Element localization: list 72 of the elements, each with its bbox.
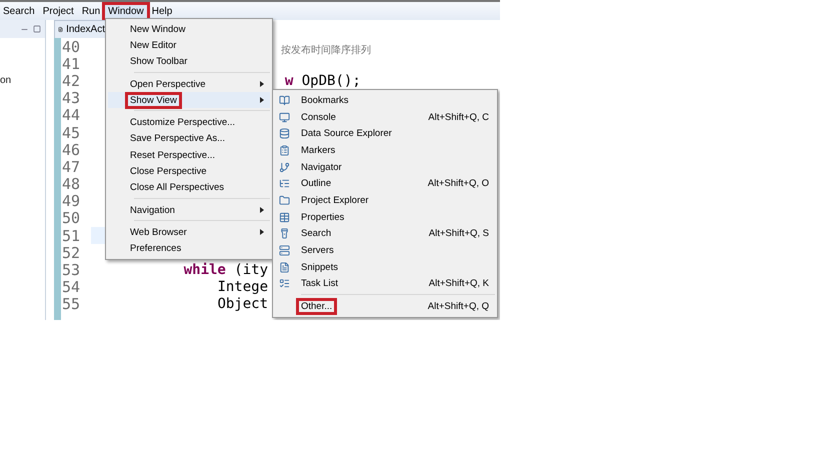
menu-item[interactable]: Outline Alt+Shift+Q, O [275, 175, 495, 192]
branch-icon [278, 162, 290, 173]
menu-item[interactable]: New Editor [108, 37, 270, 54]
menu-item[interactable]: Show Toolbar [108, 54, 270, 70]
code-line: w OpDB(); [284, 72, 361, 89]
menu-item[interactable]: Properties [275, 208, 495, 226]
document-icon [278, 262, 290, 273]
code-line: Intege [217, 279, 268, 296]
submenu-arrow-icon [260, 207, 264, 214]
submenu-arrow-icon [260, 81, 264, 88]
menu-item[interactable]: Save Perspective As... [108, 130, 270, 148]
line-number: 43 [61, 89, 82, 108]
menu-item[interactable]: Web Browser [108, 224, 270, 241]
line-number: 46 [61, 140, 82, 159]
menu-item[interactable]: Close All Perspectives [108, 180, 270, 196]
code-line: Object [217, 296, 268, 312]
menu-item[interactable]: Customize Perspective... [108, 114, 270, 131]
clipboard-icon [278, 144, 290, 156]
menu-item[interactable]: New Window [108, 21, 270, 38]
line-number: 52 [61, 244, 82, 262]
menu-bar-item[interactable]: Window [105, 4, 147, 18]
menu-item[interactable]: Navigation [108, 202, 270, 218]
line-number: 50 [61, 209, 82, 228]
line-number: 55 [61, 295, 82, 314]
menu-item[interactable]: Search Alt+Shift+Q, S [275, 226, 495, 242]
menu-item[interactable]: Navigator [275, 158, 495, 176]
line-number: 53 [61, 261, 82, 280]
line-number: 51 [61, 226, 82, 245]
menu-item[interactable]: Show View [108, 92, 270, 108]
line-number: 40 [61, 38, 82, 56]
submenu-arrow-icon [260, 229, 264, 236]
menu-item[interactable]: Open Perspective [108, 76, 270, 92]
file-icon [58, 25, 64, 34]
menu-bar-item[interactable]: Run [78, 4, 104, 18]
menu-item[interactable]: Data Source Explorer [275, 125, 495, 142]
menu-bar-item[interactable]: Search [0, 4, 38, 18]
code-line: while (ity [184, 262, 268, 278]
line-number: 48 [61, 175, 82, 194]
menu-item[interactable]: Project Explorer [275, 192, 495, 209]
list-tree-icon [278, 178, 290, 190]
menu-item[interactable]: Markers [275, 142, 495, 159]
menu-bar-item[interactable]: Help [148, 4, 176, 18]
maximize-icon[interactable] [33, 25, 41, 33]
tree-item[interactable]: on [0, 75, 12, 86]
menu-item[interactable]: Reset Perspective... [108, 147, 270, 164]
line-number: 47 [61, 158, 82, 176]
menu-item[interactable]: Console Alt+Shift+Q, C [275, 108, 495, 126]
server-icon [278, 245, 290, 256]
line-number: 41 [61, 54, 82, 73]
menu-item[interactable]: Bookmarks [275, 92, 495, 109]
submenu-arrow-icon [260, 97, 264, 104]
line-number: 49 [61, 192, 82, 210]
folder-icon [278, 194, 290, 206]
menu-item[interactable]: Servers [275, 242, 495, 259]
code-comment: 按发布时间降序排列 [281, 44, 371, 57]
menu-item[interactable]: Preferences [108, 240, 270, 257]
line-number: 45 [61, 124, 82, 142]
menu-item[interactable]: Other... Alt+Shift+Q, Q [275, 298, 495, 315]
line-number: 44 [61, 106, 82, 124]
menu-bar-item[interactable]: Project [40, 4, 77, 18]
menu-item[interactable]: Task List Alt+Shift+Q, K [275, 276, 495, 292]
monitor-icon [278, 112, 290, 123]
book-icon [278, 94, 290, 106]
database-icon [278, 128, 290, 140]
table-icon [278, 212, 290, 223]
flashlight-icon [278, 228, 290, 240]
menu-item[interactable]: Snippets [275, 258, 495, 276]
line-number: 42 [61, 72, 82, 90]
line-number: 54 [61, 278, 82, 296]
editor-tab[interactable]: IndexAct [54, 20, 106, 38]
task-list-icon [278, 278, 290, 290]
menu-item[interactable]: Close Perspective [108, 163, 270, 180]
